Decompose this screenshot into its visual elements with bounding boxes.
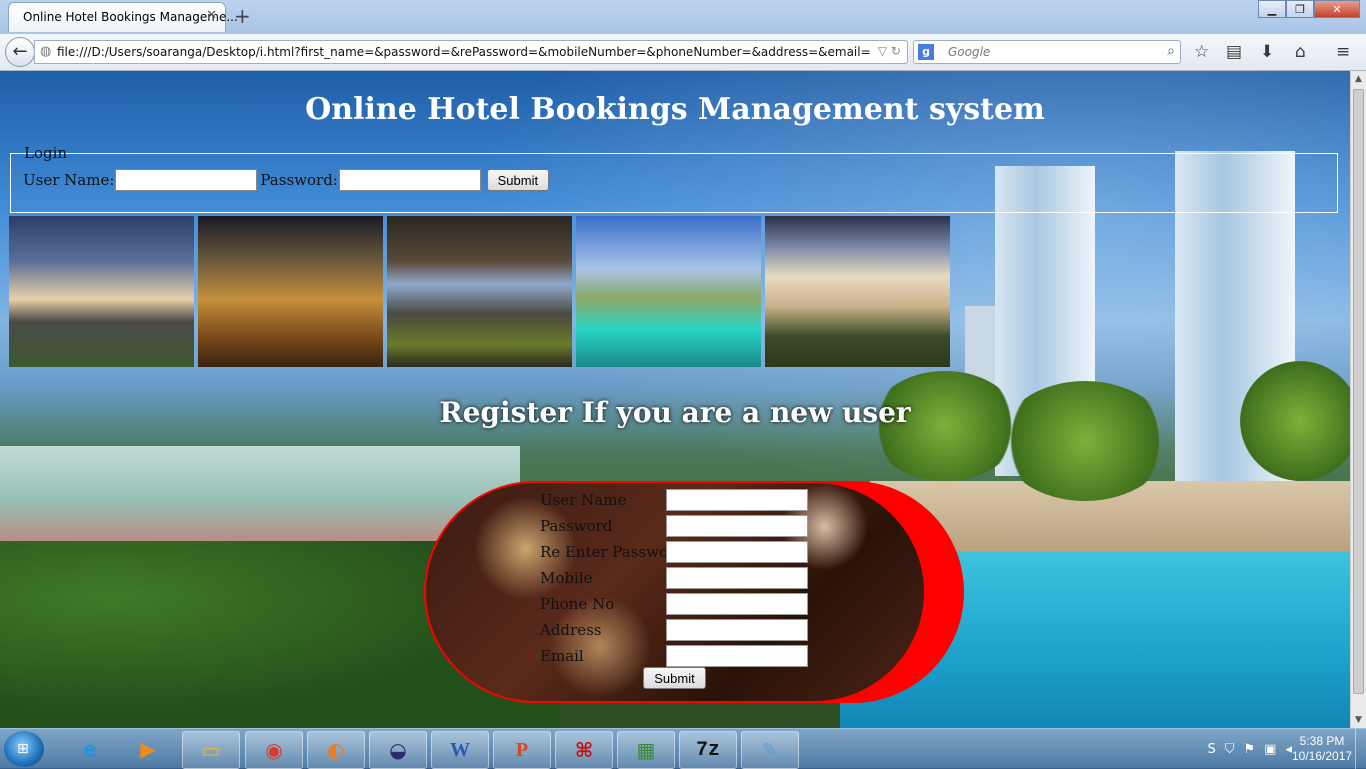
media-player-icon[interactable]: ▶ — [120, 731, 176, 767]
close-tab-icon[interactable]: ✕ — [206, 8, 217, 23]
hotel-gallery — [9, 216, 954, 367]
register-label: Phone No — [540, 595, 615, 613]
register-form: User Name Password Re Enter Password Mob… — [540, 487, 808, 669]
clock-date: 10/16/2017 — [1292, 749, 1353, 763]
register-label: Address — [540, 621, 602, 639]
register-row-mobile: Mobile — [540, 565, 808, 591]
register-row-repassword: Re Enter Password — [540, 539, 808, 565]
page-title: Online Hotel Bookings Management system — [305, 92, 1045, 127]
downloads-icon[interactable]: ⬇ — [1260, 42, 1274, 62]
register-row-email: Email — [540, 643, 808, 669]
page-scrollbar[interactable]: ▲ ▼ — [1350, 71, 1366, 728]
home-icon[interactable]: ⌂ — [1295, 42, 1306, 62]
register-row-password: Password — [540, 513, 808, 539]
register-label: Password — [540, 517, 613, 535]
google-icon[interactable]: g — [918, 44, 934, 60]
bookmarks-menu-icon[interactable]: ▤ — [1226, 42, 1242, 62]
register-row-phone: Phone No — [540, 591, 808, 617]
search-placeholder: Google — [948, 45, 991, 59]
clock-time: 5:38 PM — [1299, 734, 1345, 748]
search-bar[interactable]: g Google ⌕ — [913, 40, 1181, 64]
page-body: Online Hotel Bookings Management system … — [0, 71, 1350, 728]
back-button[interactable]: ← — [5, 37, 35, 67]
register-submit-button[interactable]: Submit — [643, 667, 706, 689]
register-label: User Name — [540, 491, 627, 509]
system-clock[interactable]: 5:38 PM 10/16/2017 — [1292, 734, 1352, 764]
internet-explorer-icon[interactable]: e — [62, 731, 118, 767]
search-icon[interactable]: ⌕ — [1167, 43, 1175, 59]
new-tab-button[interactable]: + — [234, 4, 251, 28]
register-row-address: Address — [540, 617, 808, 643]
register-label: Mobile — [540, 569, 593, 587]
scrollbar-thumb[interactable] — [1353, 89, 1364, 694]
restaurant-lounge-image — [198, 216, 383, 367]
reload-icon[interactable]: ▽ ↻ — [878, 44, 901, 58]
browser-tab[interactable]: Online Hotel Bookings Manageme... ✕ — [8, 2, 238, 32]
shield-icon[interactable]: ⛉ — [1225, 742, 1235, 757]
login-submit-button[interactable]: Submit — [486, 169, 549, 191]
close-window-button[interactable]: ✕ — [1314, 0, 1360, 18]
eclipse-icon[interactable]: ◒ — [369, 731, 427, 769]
login-password-input[interactable] — [338, 169, 481, 191]
hotel-palacio-image — [765, 216, 950, 367]
powerpoint-icon[interactable]: P — [493, 731, 551, 769]
project-icon[interactable]: ▦ — [617, 731, 675, 769]
register-label: Email — [540, 647, 584, 665]
register-phone-input[interactable] — [666, 593, 808, 615]
login-legend: Login — [24, 144, 68, 162]
scroll-down-icon[interactable]: ▼ — [1351, 712, 1366, 728]
login-fieldset: Login User Name: Password: Submit — [10, 144, 1338, 213]
register-email-input[interactable] — [666, 645, 808, 667]
taskbar: ⊞ e ▶ ▭ ◉ ◐ ◒ W P ⌘ ▦ 7z ✎ S ⛉ ⚑ ▣ ◂ 5:3… — [0, 728, 1366, 769]
globe-icon: ◍ — [40, 44, 52, 59]
maximize-button[interactable]: ❐ — [1286, 0, 1314, 18]
menu-icon[interactable]: ≡ — [1336, 42, 1350, 62]
register-row-username: User Name — [540, 487, 808, 513]
browser-navbar: ← ◍ file:///D:/Users/soaranga/Desktop/i.… — [0, 34, 1366, 71]
login-username-input[interactable] — [115, 169, 258, 191]
file-explorer-icon[interactable]: ▭ — [182, 731, 240, 769]
url-text: file:///D:/Users/soaranga/Desktop/i.html… — [57, 45, 871, 59]
firefox-icon[interactable]: ◐ — [307, 731, 365, 769]
password-label: Password: — [260, 171, 338, 189]
url-bar[interactable]: ◍ file:///D:/Users/soaranga/Desktop/i.ht… — [34, 40, 908, 64]
network-icon[interactable]: ▣ — [1264, 742, 1276, 757]
chrome-icon[interactable]: ◉ — [245, 731, 303, 769]
register-heading: Register If you are a new user — [439, 396, 911, 429]
register-label: Re Enter Password — [540, 543, 685, 561]
register-username-input[interactable] — [666, 489, 808, 511]
system-tray: S ⛉ ⚑ ▣ ◂ — [1207, 742, 1292, 757]
7zip-icon[interactable]: 7z — [679, 731, 737, 769]
windows-logo-icon: ⊞ — [17, 741, 29, 757]
register-address-input[interactable] — [666, 619, 808, 641]
scroll-up-icon[interactable]: ▲ — [1351, 71, 1366, 87]
register-repassword-input[interactable] — [666, 541, 808, 563]
register-mobile-input[interactable] — [666, 567, 808, 589]
acrobat-icon[interactable]: ⌘ — [555, 731, 613, 769]
flag-icon[interactable]: ⚑ — [1244, 742, 1256, 757]
notepad-icon[interactable]: ✎ — [741, 731, 799, 769]
resort-pool-image — [576, 216, 761, 367]
username-label: User Name: — [23, 171, 115, 189]
minimize-button[interactable]: ▁ — [1258, 0, 1286, 18]
show-desktop-button[interactable] — [1355, 729, 1366, 769]
bookmark-star-icon[interactable]: ☆ — [1194, 42, 1209, 62]
skype-icon[interactable]: S — [1207, 742, 1215, 757]
hotel-lounge-image — [387, 216, 572, 367]
hotel-exterior-image — [9, 216, 194, 367]
login-row: User Name: Password: Submit — [23, 169, 549, 191]
window-controls: ▁ ❐ ✕ — [1258, 0, 1360, 18]
browser-titlebar: Online Hotel Bookings Manageme... ✕ + ▁ … — [0, 0, 1366, 34]
start-button[interactable]: ⊞ — [4, 731, 44, 767]
word-icon[interactable]: W — [431, 731, 489, 769]
register-password-input[interactable] — [666, 515, 808, 537]
